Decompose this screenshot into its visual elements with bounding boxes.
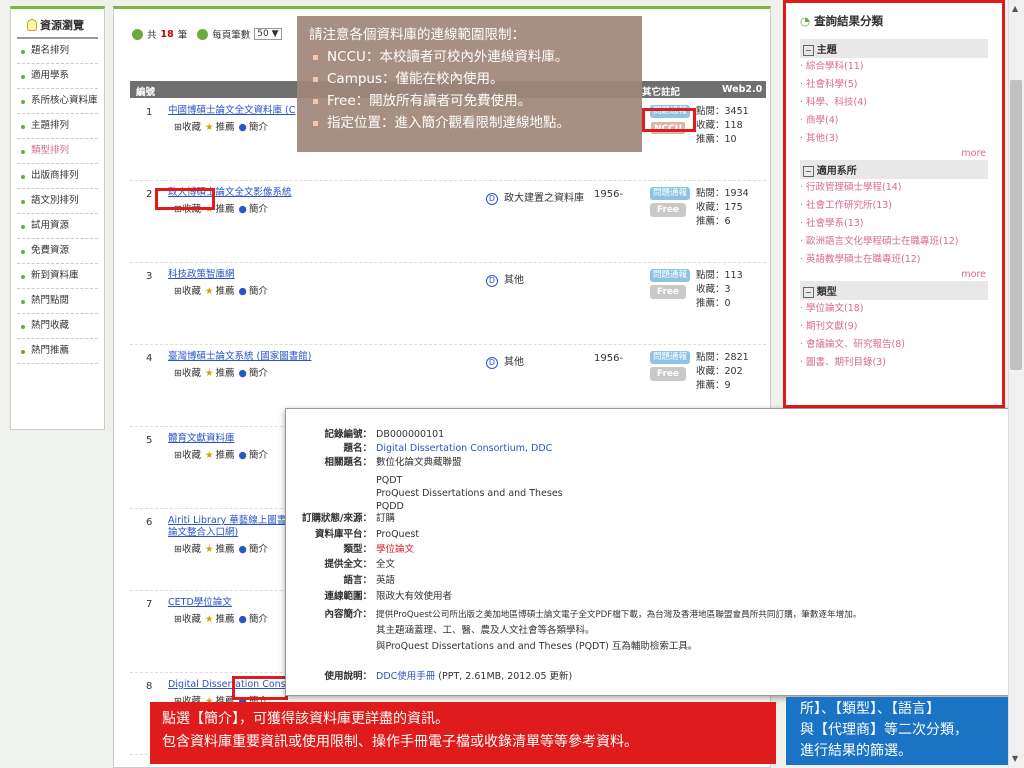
collect-icon[interactable]: ⊞收藏 <box>174 544 203 555</box>
facet-item[interactable]: 圖書、期刊目錄(3) <box>800 354 988 372</box>
problem-report-badge[interactable]: 問題通報 <box>650 351 690 364</box>
collect-icon[interactable]: ⊞收藏 <box>174 614 203 625</box>
facet-item[interactable]: 會議論文、研究報告(8) <box>800 336 988 354</box>
facet-item[interactable]: 社會科學(5) <box>800 76 988 94</box>
facet-callout: 所】、【類型】、【語言】 與【代理商】等二次分類， 進行結果的篩選。 <box>786 697 1024 765</box>
arrow-circle-icon <box>132 28 143 40</box>
intro-icon[interactable]: ●簡介 <box>239 286 270 297</box>
recommend-icon[interactable]: ★推薦 <box>205 286 237 297</box>
access-badge: Free <box>650 285 686 299</box>
lightbulb-icon <box>27 19 37 31</box>
collapse-icon: − <box>803 45 814 56</box>
intro-icon[interactable]: ●簡介 <box>239 614 270 625</box>
recommend-icon[interactable]: ★推薦 <box>205 614 237 625</box>
intro-highlight <box>232 676 288 700</box>
web20-stats: 點閱：1934 收藏：175 推薦：6 <box>696 188 749 227</box>
collect-icon[interactable]: ⊞收藏 <box>174 450 203 461</box>
sidebar-item-title[interactable]: 題名排列 <box>17 39 98 64</box>
facet-item[interactable]: 科學、科技(4) <box>800 94 988 112</box>
collect-icon[interactable]: ⊞收藏 <box>174 286 203 297</box>
facet-item[interactable]: 學位論文(18) <box>800 300 988 318</box>
facet-section-subject[interactable]: − 主題 <box>800 39 988 58</box>
collect-icon[interactable]: ⊞收藏 <box>174 122 203 133</box>
facet-item[interactable]: 期刊文獻(9) <box>800 318 988 336</box>
results-toolbar: 共 18 筆 每頁筆數 50 ▼ <box>132 27 282 41</box>
recommend-icon[interactable]: ★推薦 <box>205 122 237 133</box>
recommend-icon[interactable]: ★推薦 <box>205 450 237 461</box>
recommend-icon[interactable]: ★推薦 <box>205 368 237 379</box>
manual-link[interactable]: DDC使用手冊 <box>376 671 435 682</box>
intro-callout: 點選【簡介】，可獲得該資料庫更詳盡的資訊。 包含資料庫重要資訊或使用限制、操作手… <box>150 702 776 764</box>
database-info-popup: 記錄編號： DB000000101 題名： Digital Dissertation… <box>285 408 1013 696</box>
database-icon: D <box>486 275 498 287</box>
facet-item[interactable]: 社會學系(13) <box>800 215 988 233</box>
facet-item[interactable]: 歐洲語言文化學程碩士在職專班(12) <box>800 233 988 251</box>
arrow-circle-icon <box>197 28 209 40</box>
filter-icon: ◔ <box>800 14 811 28</box>
intro-icon[interactable]: ●簡介 <box>239 450 270 461</box>
problem-report-badge[interactable]: 問題通報 <box>650 269 690 282</box>
sidebar-item-language[interactable]: 語文別排列 <box>17 189 98 214</box>
facet-section-department[interactable]: − 適用系所 <box>800 160 988 179</box>
database-icon: D <box>486 357 498 369</box>
table-row: 2 政大博碩士論文全文影像系統 ⊞收藏 ★ 推薦 ● 簡介 D 政大建置之資料庫 1956… <box>130 181 766 263</box>
database-icon: D <box>486 193 498 205</box>
sidebar-item-popular-clicks[interactable]: 熱門點閱 <box>17 289 98 314</box>
facet-item[interactable]: 英語教學碩士在職專班(12) <box>800 251 988 269</box>
database-title-link[interactable]: 臺灣博碩士論文系統 (國家圖書館) <box>168 351 408 363</box>
intro-icon[interactable]: ●簡介 <box>239 204 270 215</box>
more-link[interactable]: more <box>802 269 986 281</box>
sidebar-item-publisher[interactable]: 出版商排列 <box>17 164 98 189</box>
facet-title: ◔ 查詢結果分類 <box>800 14 884 28</box>
intro-icon[interactable]: ●簡介 <box>239 368 270 379</box>
collect-highlight <box>155 188 215 210</box>
recommend-icon[interactable]: ★推薦 <box>205 544 237 555</box>
sidebar-item-popular-recommends[interactable]: 熱門推薦 <box>17 339 98 364</box>
sidebar-item-free[interactable]: 免費資源 <box>17 239 98 264</box>
problem-report-badge[interactable]: 問題通報 <box>650 187 690 200</box>
per-page-select[interactable]: 50 ▼ <box>254 28 282 40</box>
sidebar-item-core[interactable]: 系所核心資料庫 <box>17 89 98 114</box>
table-row: 3 科技政策智庫網 ⊞收藏 ★ 推薦 ● 簡介 D 其他 問題通報 Free 點閱：113 收… <box>130 263 766 345</box>
intro-icon[interactable]: ●簡介 <box>239 122 270 133</box>
facet-panel: ◔ 查詢結果分類 −主題 綜合學科(11) 社會科學(5) 科學、科技(4) 商… <box>783 0 1005 408</box>
scroll-down-icon[interactable]: ▼ <box>1012 754 1018 763</box>
nccu-highlight <box>642 108 696 132</box>
sidebar-item-type[interactable]: 類型排列 <box>17 139 98 164</box>
browse-sidebar: 資源瀏覽 題名排列 適用學系 系所核心資料庫 主題排列 類型排列 出版商排列 語… <box>10 6 105 430</box>
total-count: 18 <box>160 28 174 40</box>
access-scope-callout: 請注意各個資料庫的連線範圍限制： NCCU：本校讀者可校內外連線資料庫。 Cam… <box>297 16 642 152</box>
web20-stats: 點閱：2821 收藏：202 推薦：9 <box>696 352 749 391</box>
facet-item[interactable]: 其他(3) <box>800 130 988 148</box>
sidebar-item-popular-collects[interactable]: 熱門收藏 <box>17 314 98 339</box>
sidebar-title: 資源瀏覽 <box>17 9 98 39</box>
web20-stats: 點閱：3451 收藏：118 推薦：10 <box>696 106 749 145</box>
scrollbar-thumb[interactable] <box>1010 80 1022 370</box>
facet-item[interactable]: 綜合學科(11) <box>800 58 988 76</box>
collect-icon[interactable]: ⊞收藏 <box>174 368 203 379</box>
access-badge: Free <box>650 203 686 217</box>
more-link[interactable]: more <box>802 148 986 160</box>
sidebar-item-department[interactable]: 適用學系 <box>17 64 98 89</box>
database-title-link[interactable]: 科技政策智庫網 <box>168 269 408 281</box>
intro-icon[interactable]: ●簡介 <box>239 544 270 555</box>
scroll-up-icon[interactable]: ▲ <box>1012 4 1018 13</box>
sidebar-item-new[interactable]: 新到資料庫 <box>17 264 98 289</box>
sidebar-item-subject[interactable]: 主題排列 <box>17 114 98 139</box>
facet-item[interactable]: 行政管理碩士學程(14) <box>800 179 988 197</box>
collapse-icon: − <box>803 287 814 298</box>
sidebar-item-trial[interactable]: 試用資源 <box>17 214 98 239</box>
collapse-icon: − <box>803 166 814 177</box>
facet-item[interactable]: 商學(4) <box>800 112 988 130</box>
facet-item[interactable]: 社會工作研究所(13) <box>800 197 988 215</box>
facet-section-type[interactable]: − 類型 <box>800 281 988 300</box>
access-badge: Free <box>650 367 686 381</box>
web20-stats: 點閱：113 收藏：3 推薦：0 <box>696 270 743 309</box>
